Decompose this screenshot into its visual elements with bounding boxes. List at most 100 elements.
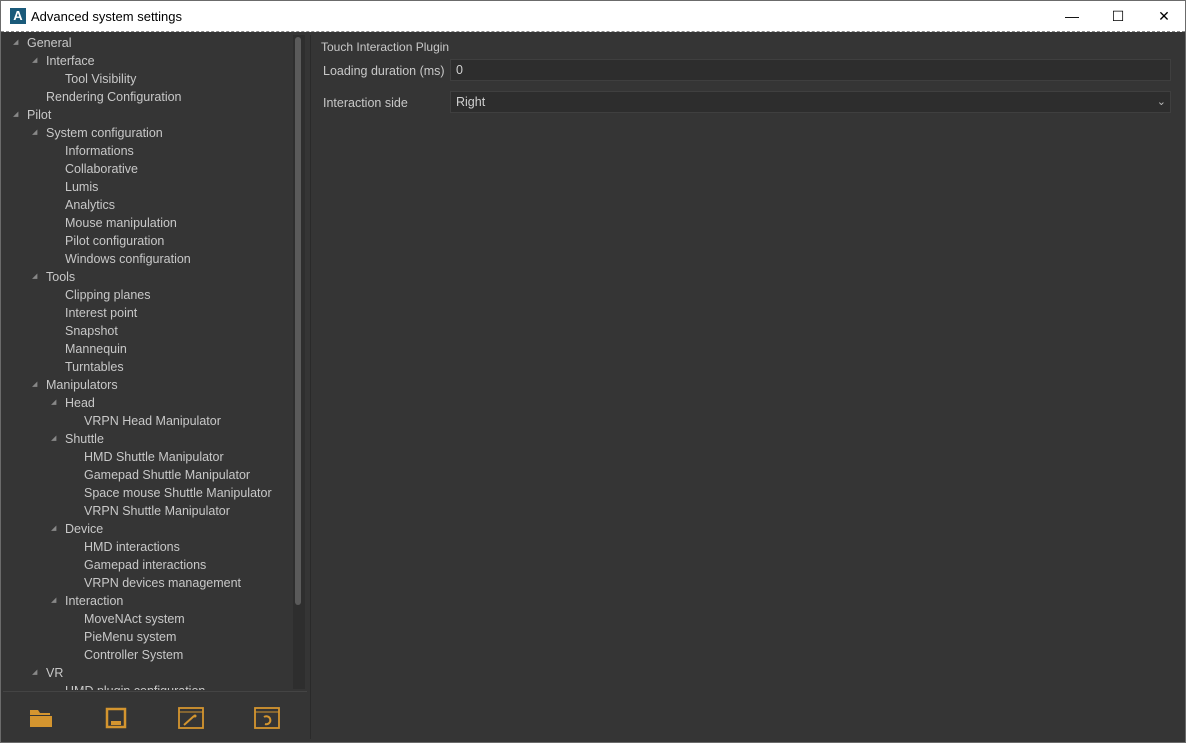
tree-item-label: Interest point [65, 306, 138, 320]
tree-item-label: Turntables [65, 360, 124, 374]
tree-item-label: HMD Shuttle Manipulator [84, 450, 224, 464]
close-button[interactable]: ✕ [1141, 1, 1186, 32]
tree-item-label: VRPN devices management [84, 576, 242, 590]
app-logo-icon: A [10, 8, 26, 24]
tree-item[interactable]: Interest point [65, 304, 137, 322]
tree-item[interactable]: ◢ General [13, 34, 71, 52]
tree-item[interactable]: Collaborative [65, 160, 138, 178]
tree-item[interactable]: Analytics [65, 196, 115, 214]
tree-item[interactable]: VRPN devices management [84, 574, 241, 592]
settings-tree: ◢ General ◢ Interface Tool Visibility Renderi… [3, 33, 307, 690]
tree-item[interactable]: Mouse manipulation [65, 214, 177, 232]
window-title: Advanced system settings [31, 9, 183, 24]
loading-duration-label: Loading duration (ms) [323, 64, 445, 78]
tree-item[interactable]: ◢ Pilot [13, 106, 52, 124]
tree-item-label: VRPN Shuttle Manipulator [84, 504, 230, 518]
tree-item[interactable]: HMD plugin configuration [65, 682, 205, 690]
expand-arrow-icon[interactable]: ◢ [32, 664, 37, 682]
tree-item-label: Analytics [65, 198, 116, 212]
interaction-side-label: Interaction side [323, 96, 408, 110]
tree-item[interactable]: PieMenu system [84, 628, 176, 646]
tree-item[interactable]: ◢ VR [32, 664, 64, 682]
expand-arrow-icon[interactable]: ◢ [32, 268, 37, 286]
expand-arrow-icon[interactable]: ◢ [51, 592, 56, 610]
tree-item-label: VR [46, 666, 64, 680]
chevron-down-icon: ⌄ [1156, 96, 1166, 108]
tree-item-label: Controller System [84, 648, 184, 662]
expand-arrow-icon[interactable]: ◢ [51, 394, 56, 412]
tree-item-label: Head [65, 396, 95, 410]
tree-item-label: VRPN Head Manipulator [84, 414, 221, 428]
tree-item[interactable]: ◢ Interaction [51, 592, 124, 610]
tree-item[interactable]: Mannequin [65, 340, 127, 358]
expand-arrow-icon[interactable]: ◢ [32, 52, 37, 70]
tree-item-label: System configuration [46, 126, 163, 140]
tree-item[interactable]: Space mouse Shuttle Manipulator [84, 484, 272, 502]
expand-arrow-icon[interactable]: ◢ [32, 124, 37, 142]
tree-item-label: Informations [65, 144, 134, 158]
reset-icon[interactable] [254, 706, 280, 730]
tree-item[interactable]: Snapshot [65, 322, 118, 340]
tree-item-label: Gamepad Shuttle Manipulator [84, 468, 251, 482]
open-folder-icon[interactable] [28, 706, 54, 730]
expand-arrow-icon[interactable]: ◢ [13, 106, 18, 124]
tree-item[interactable]: Turntables [65, 358, 124, 376]
tree-item-label: Pilot [27, 108, 52, 122]
settings-panel: Touch Interaction Plugin Loading duratio… [310, 35, 1184, 739]
interaction-side-value: Right [456, 95, 486, 109]
tree-item-label: Mannequin [65, 342, 127, 356]
loading-duration-input[interactable]: 0 [450, 59, 1171, 81]
tree-item-label: Clipping planes [65, 288, 151, 302]
tree-item-label: HMD plugin configuration [65, 684, 205, 690]
tree-item[interactable]: ◢ Manipulators [32, 376, 118, 394]
window: A Advanced system settings — ☐ ✕ ◢ Genera… [0, 0, 1186, 743]
expand-arrow-icon[interactable]: ◢ [13, 34, 18, 52]
bottom-toolbar [3, 691, 307, 741]
tree-scrollbar[interactable] [293, 35, 305, 689]
tree-item-label: Rendering Configuration [46, 90, 182, 104]
tree-item[interactable]: Gamepad interactions [84, 556, 206, 574]
tree-item[interactable]: Lumis [65, 178, 98, 196]
tree-item-label: Interaction [65, 594, 124, 608]
tree-item[interactable]: Rendering Configuration [46, 88, 182, 106]
tree-item[interactable]: ◢ Interface [32, 52, 95, 70]
tree-item[interactable]: ◢ System configuration [32, 124, 163, 142]
scrollbar-thumb[interactable] [295, 37, 301, 605]
tree-item[interactable]: ◢ Head [51, 394, 95, 412]
tree-item-label: Tool Visibility [65, 72, 137, 86]
tree-item[interactable]: Gamepad Shuttle Manipulator [84, 466, 250, 484]
expand-arrow-icon[interactable]: ◢ [32, 376, 37, 394]
tree-item[interactable]: Pilot configuration [65, 232, 164, 250]
tree-item[interactable]: ◢ Tools [32, 268, 75, 286]
tree-item-label: MoveNAct system [84, 612, 185, 626]
minimize-button[interactable]: — [1049, 1, 1095, 32]
tree-item[interactable]: ◢ Shuttle [51, 430, 104, 448]
tree-item[interactable]: Clipping planes [65, 286, 150, 304]
maximize-button[interactable]: ☐ [1095, 1, 1141, 32]
interaction-side-select[interactable]: Right ⌄ [450, 91, 1171, 113]
expand-arrow-icon[interactable]: ◢ [51, 520, 56, 538]
expand-arrow-icon[interactable]: ◢ [51, 430, 56, 448]
tree-item-label: Collaborative [65, 162, 138, 176]
tree-item-label: HMD interactions [84, 540, 180, 554]
tree-item-label: Snapshot [65, 324, 118, 338]
tree-item[interactable]: HMD interactions [84, 538, 180, 556]
tree-item[interactable]: Windows configuration [65, 250, 191, 268]
tree-item-label: PieMenu system [84, 630, 177, 644]
tree-item[interactable]: VRPN Shuttle Manipulator [84, 502, 230, 520]
save-icon[interactable] [103, 706, 129, 730]
tree-item[interactable]: VRPN Head Manipulator [84, 412, 221, 430]
tree-item[interactable]: Tool Visibility [65, 70, 136, 88]
title-bar: A Advanced system settings — ☐ ✕ [1, 1, 1185, 32]
tree-item[interactable]: Controller System [84, 646, 183, 664]
wizard-icon[interactable] [178, 706, 204, 730]
tree-item[interactable]: MoveNAct system [84, 610, 185, 628]
tree-item[interactable]: HMD Shuttle Manipulator [84, 448, 224, 466]
tree-item-label: Mouse manipulation [65, 216, 177, 230]
tree-item-label: Space mouse Shuttle Manipulator [84, 486, 272, 500]
tree-item-label: Device [65, 522, 104, 536]
tree-item-label: Shuttle [65, 432, 104, 446]
tree-item-label: Interface [46, 54, 95, 68]
tree-item[interactable]: Informations [65, 142, 134, 160]
tree-item[interactable]: ◢ Device [51, 520, 104, 538]
